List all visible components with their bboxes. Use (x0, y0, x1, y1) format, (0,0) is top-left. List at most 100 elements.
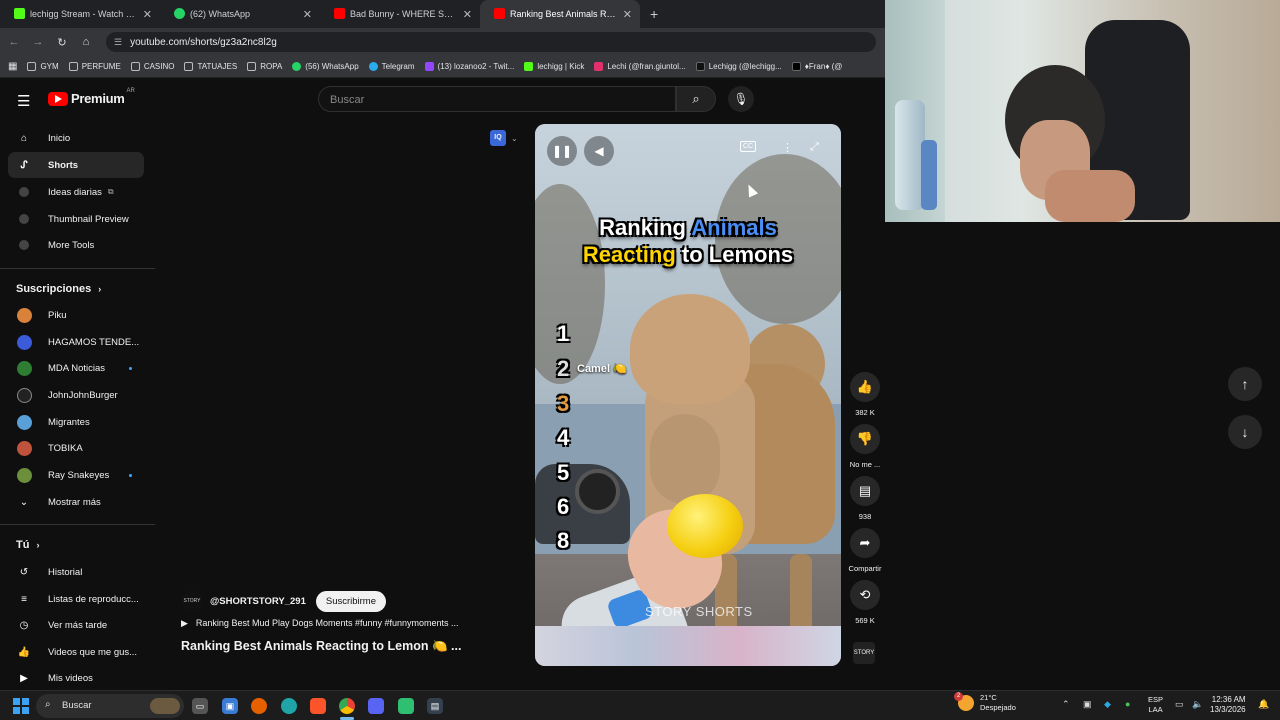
tray-app-icon[interactable]: ● (1125, 699, 1130, 709)
search-button[interactable]: ⌕ (676, 86, 716, 112)
reload-icon[interactable]: ↻ (50, 36, 74, 49)
tray-app-icon[interactable]: ◆ (1104, 699, 1111, 710)
brave-icon[interactable] (310, 698, 326, 714)
bookmark-ropa[interactable]: ROPA (247, 62, 282, 71)
sidebar-item-inicio[interactable]: ⌂ Inicio (8, 125, 144, 151)
back-icon[interactable]: ← (2, 36, 26, 48)
voice-search-button[interactable]: 🎙 (728, 86, 754, 112)
subscription-mda-noticias[interactable]: MDA Noticias (8, 355, 144, 381)
bookmark-telegram[interactable]: Telegram (368, 62, 415, 71)
bookmark-perfume[interactable]: PERFUME (68, 62, 121, 71)
you-heading[interactable]: Tú › (16, 539, 40, 551)
volume-icon[interactable]: 🔈 (1192, 699, 1203, 710)
next-short-button[interactable]: ↓ (1228, 415, 1262, 449)
logo-text: Premium (71, 91, 125, 106)
youtube-premium-logo[interactable]: Premium AR (48, 88, 135, 106)
sidebar-item-playlists[interactable]: ≡ Listas de reproducc... (8, 586, 144, 612)
bookmark-gym[interactable]: GYM (27, 62, 59, 71)
weather-widget[interactable]: 2 21°C Despejado (954, 692, 1016, 713)
url-text: youtube.com/shorts/gz3a2nc8l2g (130, 36, 277, 48)
hamburger-menu-icon[interactable]: ☰ (17, 92, 30, 110)
more-options-icon[interactable]: ⋮ (782, 141, 793, 154)
short-video-player[interactable]: Ranking Animals Reacting to Lemons 1 2 C… (535, 124, 841, 666)
app-icon[interactable] (398, 698, 414, 714)
input-language[interactable]: ESP LAA (1148, 695, 1163, 715)
subscriptions-heading[interactable]: Suscripciones › (16, 283, 101, 295)
bookmark-kick[interactable]: lechigg | Kick (524, 62, 584, 71)
task-view-icon[interactable]: ▣ (222, 698, 238, 714)
channel-avatar[interactable]: STORY (181, 590, 203, 612)
search-input[interactable]: Buscar (318, 86, 676, 112)
subscription-johnjohnburger[interactable]: JohnJohnBurger (8, 382, 144, 408)
like-button[interactable]: 👍 (850, 372, 880, 402)
notifications-icon[interactable]: 🔔 (1258, 699, 1269, 710)
related-video-link[interactable]: ▶ Ranking Best Mud Play Dogs Moments #fun… (181, 618, 459, 629)
dislike-button[interactable]: 👎 (850, 424, 880, 454)
tab-youtube-bad-bunny[interactable]: Bad Bunny - WHERE SHE GOES ✕ (320, 0, 480, 28)
divider (0, 524, 155, 525)
sidebar-item-thumbnail-preview[interactable]: Thumbnail Preview (8, 206, 144, 232)
bookmark-instagram[interactable]: Lechi (@fran.giuntol... (594, 62, 686, 71)
show-more-button[interactable]: ⌄ Mostrar más (8, 489, 144, 515)
share-button[interactable]: ➦ (850, 528, 880, 558)
network-icon[interactable]: ▭ (1175, 699, 1184, 710)
bookmark-twitch[interactable]: (13) lozanoo2 - Twit... (424, 62, 514, 71)
bookmark-whatsapp[interactable]: (56) WhatsApp (292, 62, 359, 71)
short-title[interactable]: Ranking Best Animals Reacting to Lemon 🍋… (181, 639, 461, 654)
subscription-piku[interactable]: Piku (8, 302, 144, 328)
bookmark-tatuajes[interactable]: TATUAJES (184, 62, 237, 71)
site-info-icon[interactable]: ☰ (114, 37, 122, 48)
tab-kick[interactable]: lechigg Stream - Watch Live on ✕ (0, 0, 160, 28)
channel-name[interactable]: @SHORTSTORY_291 (210, 596, 306, 607)
sidebar-item-more-tools[interactable]: More Tools (8, 232, 144, 258)
bookmark-x[interactable]: ♦Fran♦ (@ (791, 62, 842, 71)
close-icon[interactable]: ✕ (463, 8, 472, 21)
subscribe-button[interactable]: Suscribirme (315, 590, 387, 612)
close-icon[interactable]: ✕ (623, 8, 632, 21)
tab-whatsapp[interactable]: (62) WhatsApp ✕ (160, 0, 320, 28)
home-icon[interactable]: ⌂ (74, 36, 98, 48)
comments-button[interactable]: ▤ (850, 476, 880, 506)
subscription-ray-snakeyes[interactable]: Ray Snakeyes (8, 462, 144, 488)
subscription-migrantes[interactable]: Migrantes (8, 409, 144, 435)
fullscreen-icon[interactable]: ⤢ (810, 141, 819, 154)
apps-icon[interactable]: ▦ (8, 61, 17, 72)
extension-dropdown[interactable]: IQ ⌄ (490, 129, 526, 147)
tab-youtube-shorts[interactable]: Ranking Best Animals Reacting ✕ (480, 0, 640, 28)
sidebar-item-historial[interactable]: ↺ Historial (8, 559, 144, 585)
previous-short-button[interactable]: ↑ (1228, 367, 1262, 401)
bookmark-label: ROPA (260, 62, 283, 71)
channel-thumbnail[interactable]: STORY (853, 642, 875, 664)
discord-icon[interactable] (368, 698, 384, 714)
sidebar-item-shorts[interactable]: ᔑ Shorts (8, 152, 144, 178)
chrome-icon[interactable] (339, 698, 355, 714)
forward-icon[interactable]: → (26, 36, 50, 48)
bookmark-casino[interactable]: CASINO (130, 62, 174, 71)
close-icon[interactable]: ✕ (143, 8, 152, 21)
app-icon[interactable]: ▤ (427, 698, 443, 714)
firefox-icon[interactable] (251, 698, 267, 714)
pause-button[interactable]: ❚❚ (547, 136, 577, 166)
remix-button[interactable]: ⟲ (850, 580, 880, 610)
sidebar-item-liked-videos[interactable]: 👍 Videos que me gus... (8, 639, 144, 665)
channel-info: STORY @SHORTSTORY_291 Suscribirme (181, 590, 387, 612)
close-icon[interactable]: ✕ (303, 8, 312, 21)
new-tab-icon[interactable]: + (650, 6, 658, 22)
file-explorer-icon[interactable]: ▭ (192, 698, 208, 714)
mute-button[interactable]: ◀ (584, 136, 614, 166)
rank-number: 3 (557, 391, 570, 416)
system-clock[interactable]: 12:36 AM 13/3/2026 (1210, 695, 1246, 715)
sidebar-item-my-videos[interactable]: ▶ Mis videos (8, 665, 144, 691)
taskbar-search[interactable]: ⌕ Buscar (36, 694, 184, 718)
subscription-hagamos-tende[interactable]: HAGAMOS TENDE... (8, 329, 144, 355)
chevron-up-icon[interactable]: ⌃ (1062, 699, 1070, 710)
bookmark-tiktok[interactable]: Lechigg (@lechigg... (695, 62, 782, 71)
sidebar-item-ideas-diarias[interactable]: Ideas diarias ⧉ (8, 179, 144, 205)
captions-icon[interactable]: CC (740, 141, 757, 152)
windows-start-icon[interactable] (13, 698, 29, 714)
sidebar-item-watch-later[interactable]: ◷ Ver más tarde (8, 612, 144, 638)
edge-icon[interactable] (281, 698, 297, 714)
subscription-tobika[interactable]: TOBIKA (8, 435, 144, 461)
tray-app-icon[interactable]: ▣ (1083, 699, 1092, 710)
url-field[interactable]: ☰ youtube.com/shorts/gz3a2nc8l2g (106, 32, 876, 52)
